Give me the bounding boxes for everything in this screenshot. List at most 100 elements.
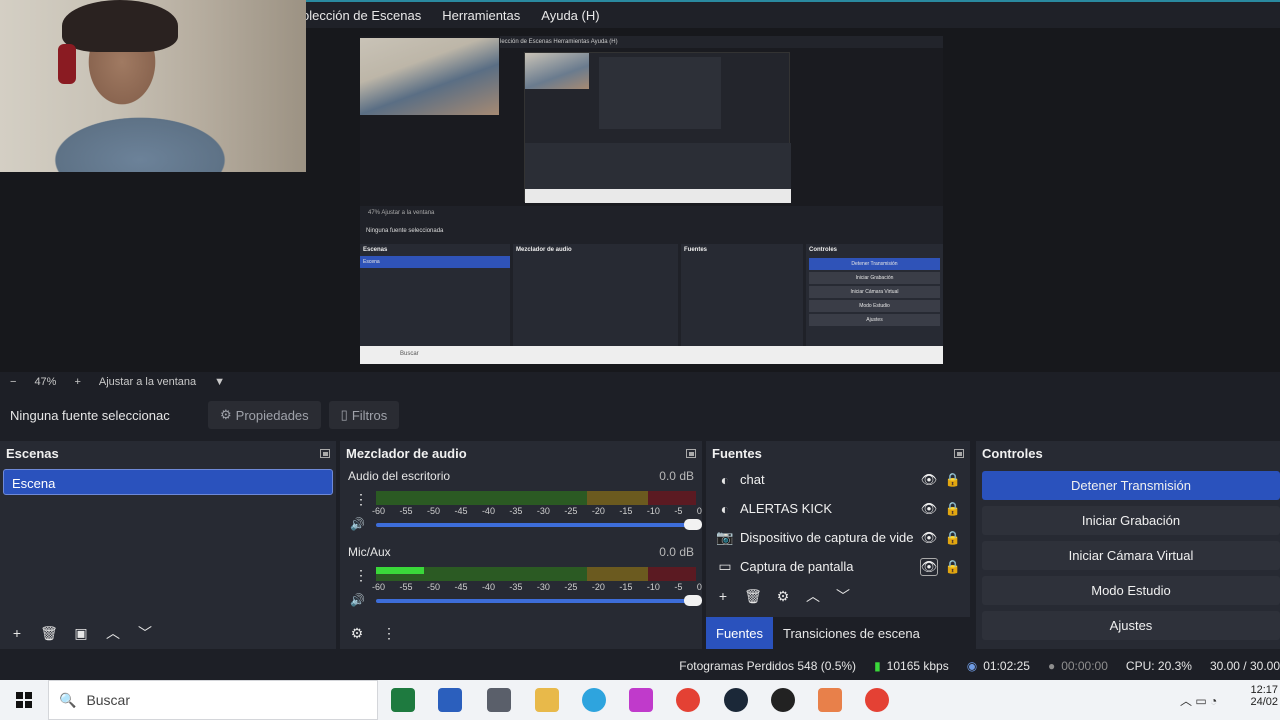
preview-scenes-dock: Escenas Escena [360, 244, 510, 346]
controls-header: Controles [976, 441, 1280, 465]
mixer-channel: Mic/Aux 0.0 dB ⋮ -60 -55 -50 -45 -40 -35 -30 -2… [340, 541, 702, 617]
studio-mode-button[interactable]: Modo Estudio [982, 576, 1280, 605]
scenes-title: Escenas [6, 445, 59, 461]
preview-taskbar-search: Buscar [400, 351, 419, 357]
menu-tools[interactable]: Herramientas [442, 8, 520, 23]
add-icon[interactable]: + [8, 624, 26, 642]
tab-sources[interactable]: Fuentes [706, 617, 773, 649]
tab-scene-transitions[interactable]: Transiciones de escena [773, 617, 930, 649]
undock-icon[interactable] [686, 448, 696, 458]
game-icon[interactable] [818, 688, 842, 712]
preview-scenes-title: Escenas [363, 247, 388, 253]
start-virtual-camera-button[interactable]: Iniciar Cámara Virtual [982, 541, 1280, 570]
gear-icon[interactable]: ⚙ [774, 587, 792, 605]
lock-icon[interactable]: 🔒 [945, 530, 961, 545]
preview-btn-vcam: Iniciar Cámara Virtual [809, 286, 940, 298]
meter-tick: 0 [696, 506, 702, 516]
obs-icon[interactable] [771, 688, 795, 712]
source-item[interactable]: ▭ Captura de pantalla 👁 🔒 [706, 552, 970, 581]
scene-item[interactable]: Escena [3, 469, 333, 495]
chevron-up-icon[interactable]: ︿ [104, 624, 122, 642]
meter-tick: -55 [399, 506, 413, 516]
camera-icon: 📷 [716, 529, 734, 545]
preview-controls-dock: Controles Detener Transmisión Iniciar Gr… [806, 244, 943, 346]
preview-nested-capture: lección de Escenas Herramientas Ayuda (H… [360, 36, 943, 206]
channel-name: Mic/Aux [348, 545, 391, 559]
settings-button[interactable]: Ajustes [982, 611, 1280, 640]
meter-tick: -5 [674, 582, 683, 592]
excel-icon[interactable] [391, 688, 415, 712]
mixer-toolbar: ⚙ ⋮ [340, 617, 702, 649]
kebab-menu-icon[interactable]: ⋮ [354, 567, 368, 584]
meter-tick: -55 [399, 582, 413, 592]
properties-button[interactable]: ⚙ Propiedades [208, 401, 321, 429]
meter-scale: -60 -55 -50 -45 -40 -35 -30 -25 -20 -15 -10 -5 0 [372, 582, 702, 592]
eye-icon[interactable]: 👁 [920, 529, 938, 547]
chevron-down-icon[interactable]: ﹀ [834, 587, 852, 605]
rec-time-text: 00:00:00 [1061, 659, 1108, 673]
menu-scene-collection[interactable]: olección de Escenas [302, 8, 421, 23]
properties-label: Propiedades [235, 407, 309, 423]
program-preview[interactable]: lección de Escenas Herramientas Ayuda (H… [360, 36, 943, 364]
lock-icon[interactable]: 🔒 [945, 559, 961, 574]
gear-icon[interactable]: ⚙ [348, 624, 366, 642]
kebab-menu-icon[interactable]: ⋮ [380, 624, 398, 642]
source-item[interactable]: ◐ chat 👁 🔒 [706, 465, 970, 494]
meter-tick: -30 [536, 506, 550, 516]
start-recording-button[interactable]: Iniciar Grabación [982, 506, 1280, 535]
windows-start-icon[interactable] [16, 692, 32, 708]
zoom-dropdown-icon[interactable]: ▼ [214, 376, 225, 388]
filters-button[interactable]: ▯ Filtros [328, 401, 400, 429]
volume-slider[interactable] [376, 519, 702, 530]
preview-recursive-image [524, 52, 791, 203]
fit-to-window-label[interactable]: Ajustar a la ventana [99, 376, 196, 388]
preview-taskbar: Buscar [360, 346, 943, 364]
trash-icon[interactable]: 🗑 [40, 624, 58, 642]
monitor-icon: ▭ [718, 558, 732, 574]
eye-icon[interactable]: 👁 [920, 471, 938, 489]
source-item[interactable]: ◐ ALERTAS KICK 👁 🔒 [706, 494, 970, 523]
volume-meter [376, 491, 696, 505]
source-item[interactable]: 📷 Dispositivo de captura de vide 👁 🔒 [706, 523, 970, 552]
steam-icon[interactable] [724, 688, 748, 712]
speaker-icon[interactable]: 🔊 [350, 517, 365, 531]
speaker-icon[interactable]: 🔊 [350, 593, 365, 607]
slider-handle[interactable] [684, 519, 702, 530]
zoom-in-button[interactable]: + [74, 376, 80, 388]
mixer-channel: Audio del escritorio 0.0 dB ⋮ -60 -55 -50-… [340, 465, 702, 541]
eye-icon[interactable]: 👁 [920, 557, 938, 576]
app-icon[interactable] [629, 688, 653, 712]
undock-icon[interactable] [954, 448, 964, 458]
taskbar-search[interactable]: 🔍 Buscar [48, 680, 378, 720]
search-placeholder: Buscar [86, 692, 131, 708]
kebab-menu-icon[interactable]: ⋮ [354, 491, 368, 508]
chrome-profile-icon[interactable] [865, 688, 889, 712]
volume-slider[interactable] [376, 595, 702, 606]
record-icon: ● [1047, 659, 1056, 673]
cpu-usage: CPU: 20.3% [1126, 659, 1192, 673]
eye-icon[interactable]: 👁 [920, 500, 938, 518]
live-time-text: 01:02:25 [983, 659, 1030, 673]
lock-icon[interactable]: 🔒 [945, 472, 961, 487]
chevron-down-icon[interactable]: ﹀ [136, 624, 154, 642]
add-icon[interactable]: + [714, 587, 732, 605]
lock-icon[interactable]: 🔒 [945, 501, 961, 516]
meter-tick: -20 [591, 582, 605, 592]
obs-window: olección de Escenas Herramientas Ayuda (… [0, 0, 1280, 720]
telegram-icon[interactable] [582, 688, 606, 712]
meter-scale: -60 -55 -50 -45 -40 -35 -30 -25 -20 -15 -10 -5 0 [372, 506, 702, 516]
undock-icon[interactable] [320, 448, 330, 458]
trash-icon[interactable]: 🗑 [744, 587, 762, 605]
stop-streaming-button[interactable]: Detener Transmisión [982, 471, 1280, 500]
calculator-icon[interactable] [487, 688, 511, 712]
file-explorer-icon[interactable] [535, 688, 559, 712]
zoom-out-button[interactable]: − [10, 376, 16, 388]
chevron-up-icon[interactable]: ︿ [804, 587, 822, 605]
word-icon[interactable] [438, 688, 462, 712]
chrome-icon[interactable] [676, 688, 700, 712]
slider-handle[interactable] [684, 595, 702, 606]
menu-help[interactable]: Ayuda (H) [541, 8, 599, 23]
clock[interactable]: 12:17 24/02 [1180, 684, 1280, 716]
filter-icon[interactable]: ▣ [72, 624, 90, 642]
dropped-frames: Fotogramas Perdidos 548 (0.5%) [679, 659, 856, 673]
